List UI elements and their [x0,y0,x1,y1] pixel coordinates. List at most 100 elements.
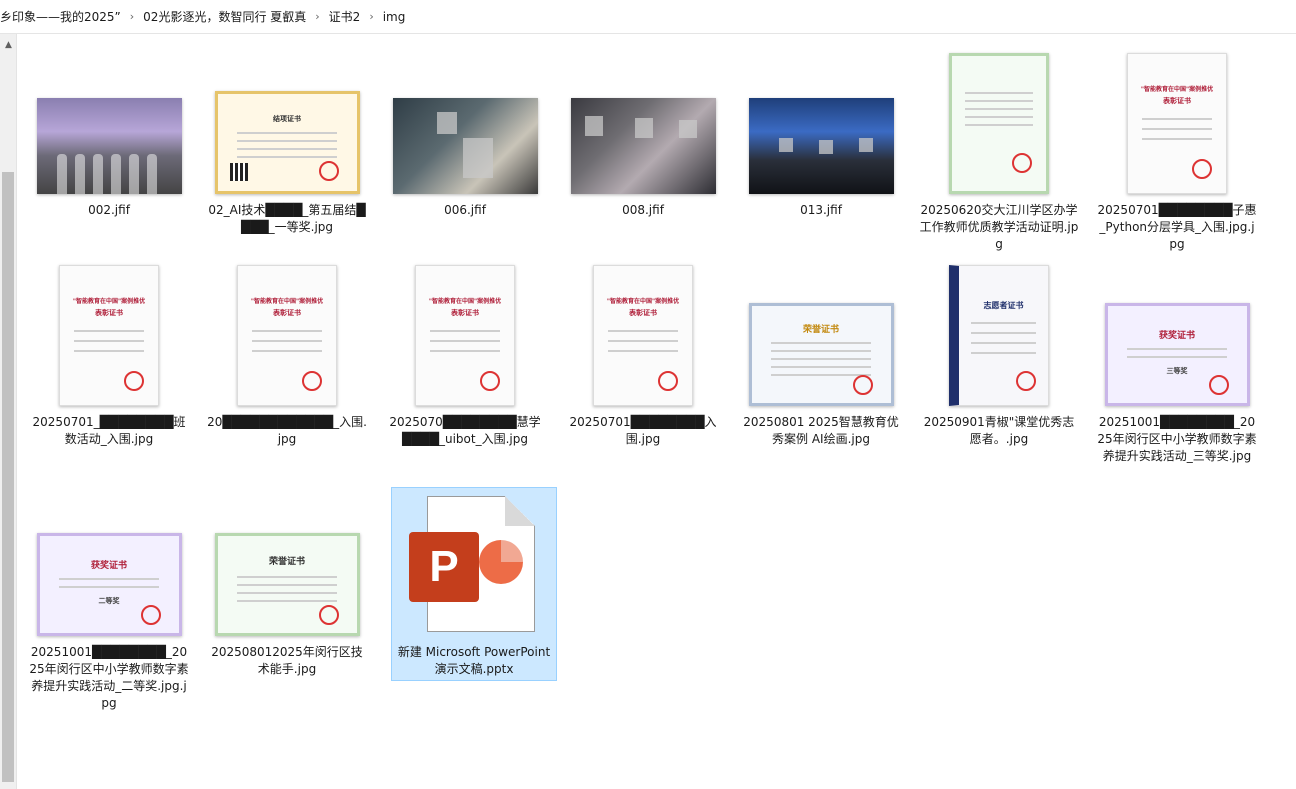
thumbnail-area: "智能教育在中国"案例推优 表彰证书 [27,258,191,408]
photo-thumbnail [36,98,182,194]
file-name: 20250620交大江川学区办学工作教师优质教学活动证明.jpg [919,203,1079,251]
cert-title: 志愿者证书 [983,301,1024,310]
file-item[interactable]: "智能教育在中国"案例推优 表彰证书 2025070████████慧学████… [382,257,548,449]
cert-title: 获奖证书 [90,561,127,571]
certificate-thumbnail [949,53,1049,194]
thumbnail-area [561,46,725,196]
certificate-thumbnail: 荣誉证书 [214,533,360,636]
chevron-right-icon[interactable]: › [310,10,324,23]
file-grid: 002.jfif 结项证书 02_AI技术████_第五届结████_一等奖.j… [18,35,1296,789]
file-item[interactable]: 获奖证书 三等奖 20251001████████_2025年闵行区中小学教师数… [1094,257,1260,466]
powerpoint-file-icon: P [409,496,539,636]
certificate-thumbnail: "智能教育在中国"案例推优 表彰证书 [593,265,693,406]
file-name: 02_AI技术████_第五届结████_一等奖.jpg [208,203,366,234]
seal-icon [140,605,161,625]
cert-title: 表彰证书 [273,309,301,317]
cert-heading: "智能教育在中国"案例推优 [72,298,146,305]
cert-title: 表彰证书 [95,309,123,317]
thumbnail-area [917,46,1081,196]
cert-title: 表彰证书 [451,309,479,317]
thumbnail-area: 荣誉证书 [205,488,369,638]
thumbnail-area: 荣誉证书 [739,258,903,408]
certificate-thumbnail: 获奖证书 二等奖 [36,533,182,636]
chevron-right-icon[interactable]: › [364,10,378,23]
scroll-up-arrow-icon[interactable]: ▲ [0,38,17,52]
file-item[interactable]: 002.jfif [26,45,192,220]
thumbnail-area: 获奖证书 三等奖 [1095,258,1259,408]
file-item[interactable]: 荣誉证书 202508012025年闵行区技术能手.jpg [204,487,370,679]
file-name: 013.jfif [800,203,842,217]
file-name: 006.jfif [444,203,486,217]
thumbnail-area [739,46,903,196]
file-item[interactable]: "智能教育在中国"案例推优 表彰证书 20250701████████子惠_Py… [1094,45,1260,254]
file-item[interactable]: 008.jfif [560,45,726,220]
cert-heading: "智能教育在中国"案例推优 [606,298,680,305]
file-name: 新建 Microsoft PowerPoint 演示文稿.pptx [397,645,551,676]
file-item-selected[interactable]: P 新建 Microsoft PowerPoint 演示文稿.pptx [391,487,557,681]
seal-icon [480,371,500,391]
breadcrumb-item-2[interactable]: 02光影逐光，数智同行 夏叡真 [139,6,310,27]
file-name: 20250701████████子惠_Python分层学具_入围.jpg.jpg [1097,203,1257,251]
cert-heading: "智能教育在中国"案例推优 [250,298,324,305]
file-name: 202508012025年闵行区技术能手.jpg [211,645,363,676]
cert-title: 荣誉证书 [268,557,305,567]
breadcrumb-item-1[interactable]: 乡印象——我的2025” [0,6,125,27]
address-bar[interactable]: 乡印象——我的2025” › 02光影逐光，数智同行 夏叡真 › 证书2 › i… [0,0,1296,34]
cert-title: 结项证书 [273,115,301,123]
breadcrumb-item-4[interactable]: img [379,8,410,26]
file-name: 008.jfif [622,203,664,217]
certificate-thumbnail: 荣誉证书 [748,303,894,406]
seal-icon [318,605,339,625]
cert-rank: 三等奖 [1166,367,1188,375]
file-item[interactable]: 006.jfif [382,45,548,220]
thumbnail-area: 获奖证书 二等奖 [27,488,191,638]
file-item[interactable]: 获奖证书 二等奖 20251001████████_2025年闵行区中小学教师数… [26,487,192,713]
photo-thumbnail [392,98,538,194]
cert-heading: "智能教育在中国"案例推优 [1140,86,1214,93]
thumbnail-area: 志愿者证书 [917,258,1081,408]
seal-icon [658,371,678,391]
breadcrumb-item-3[interactable]: 证书2 [325,6,365,27]
file-name: 2025070████████慧学████_uibot_入围.jpg [389,415,541,446]
file-item[interactable]: "智能教育在中国"案例推优 表彰证书 20250701████████入围.jp… [560,257,726,449]
cert-rank: 二等奖 [98,597,120,605]
photo-thumbnail [570,98,716,194]
qr-code-icon [229,163,248,181]
certificate-thumbnail: 志愿者证书 [949,265,1049,406]
file-item[interactable]: 荣誉证书 20250801 2025智慧教育优秀案例 AI绘画.jpg [738,257,904,449]
file-item[interactable]: 志愿者证书 20250901青椒"课堂优秀志愿者。.jpg [916,257,1082,449]
cert-title: 表彰证书 [629,309,657,317]
vertical-scrollbar[interactable]: ▲ [0,34,17,789]
seal-icon [1016,371,1036,391]
file-name: 20250901青椒"课堂优秀志愿者。.jpg [923,415,1075,446]
file-name: 20250701_████████班数活动_入围.jpg [32,415,186,446]
file-item[interactable]: 20250620交大江川学区办学工作教师优质教学活动证明.jpg [916,45,1082,254]
file-name: 002.jfif [88,203,130,217]
certificate-thumbnail: "智能教育在中国"案例推优 表彰证书 [415,265,515,406]
seal-icon [852,375,873,395]
certificate-thumbnail: "智能教育在中国"案例推优 表彰证书 [237,265,337,406]
certificate-thumbnail: 获奖证书 三等奖 [1104,303,1250,406]
file-name: 20251001████████_2025年闵行区中小学教师数字素养提升实践活动… [29,645,189,710]
certificate-thumbnail: "智能教育在中国"案例推优 表彰证书 [1127,53,1227,194]
seal-icon [1192,159,1212,179]
file-name: 20250801 2025智慧教育优秀案例 AI绘画.jpg [743,415,899,446]
file-item[interactable]: "智能教育在中国"案例推优 表彰证书 20250701_████████班数活动… [26,257,192,449]
file-item[interactable]: 结项证书 02_AI技术████_第五届结████_一等奖.jpg [204,45,370,237]
thumbnail-area: "智能教育在中国"案例推优 表彰证书 [383,258,547,408]
file-name: 20250701████████入围.jpg [569,415,717,446]
thumbnail-area: P [392,488,556,638]
seal-icon [318,161,339,181]
thumbnail-area: "智能教育在中国"案例推优 表彰证书 [561,258,725,408]
chevron-right-icon[interactable]: › [125,10,139,23]
file-item[interactable]: 013.jfif [738,45,904,220]
pie-chart-icon [479,540,523,584]
file-item[interactable]: "智能教育在中国"案例推优 表彰证书 20████████████_入围.jpg [204,257,370,449]
thumbnail-area [383,46,547,196]
seal-icon [302,371,322,391]
file-name: 20████████████_入围.jpg [207,415,367,446]
powerpoint-logo-icon: P [409,532,479,602]
seal-icon [1208,375,1229,395]
scroll-thumb[interactable] [2,172,14,782]
thumbnail-area: "智能教育在中国"案例推优 表彰证书 [205,258,369,408]
